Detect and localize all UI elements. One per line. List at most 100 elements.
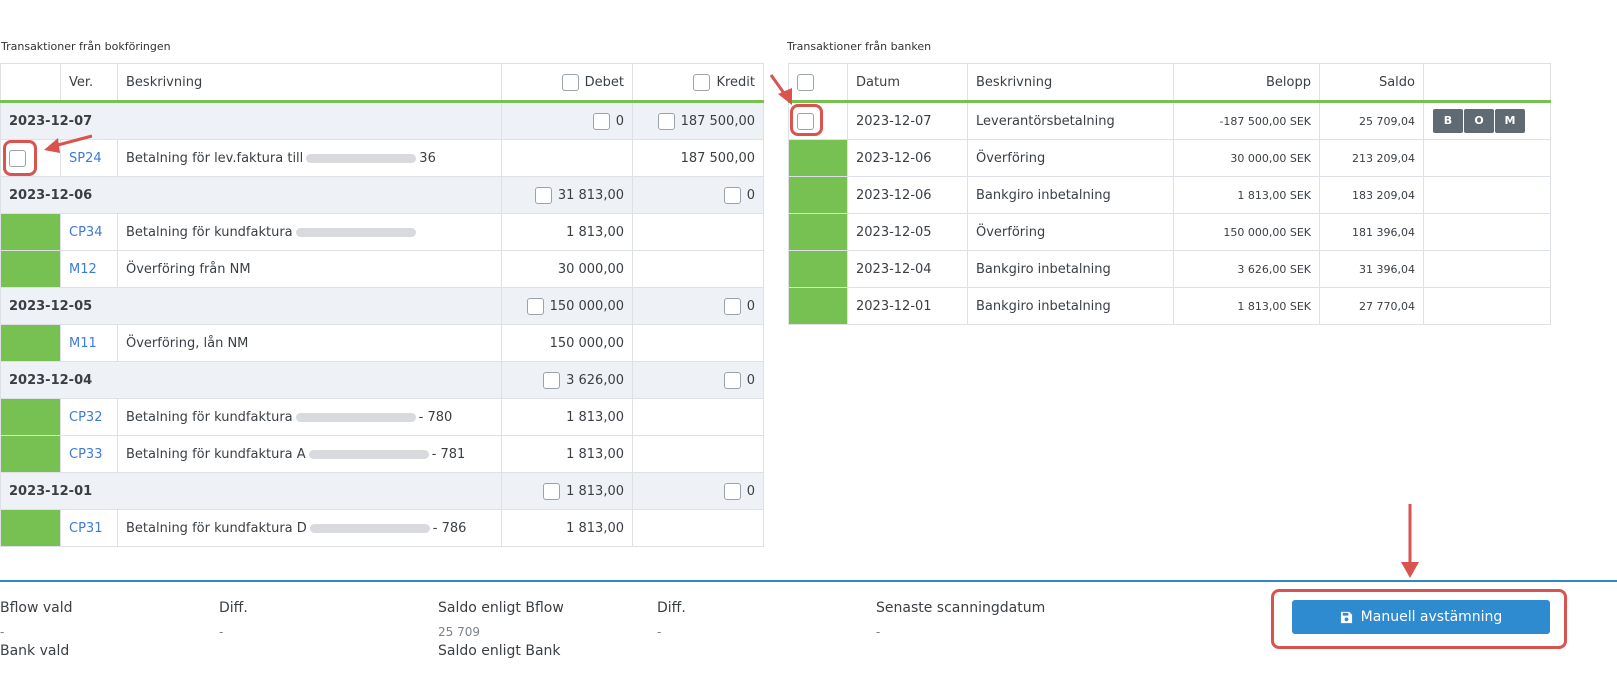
group-kredit-checkbox[interactable] — [657, 112, 675, 130]
group-debet-total: 150 000,00 — [549, 298, 624, 314]
debet-cell: 1 813,00 — [501, 509, 633, 547]
description-cell: Betalning för kundfaktura A - 781 — [117, 435, 502, 473]
bank-header-row: Datum Beskrivning Belopp Saldo — [788, 63, 1551, 103]
description-suffix: 36 — [419, 150, 436, 166]
voucher-link[interactable]: CP31 — [60, 509, 118, 547]
voucher-link[interactable]: CP34 — [60, 213, 118, 251]
group-date: 2023-12-01 — [0, 472, 502, 510]
debet-cell — [501, 139, 633, 177]
group-debet-total: 0 — [615, 113, 624, 129]
debet-cell: 1 813,00 — [501, 398, 633, 436]
redacted-name — [308, 449, 429, 459]
header-debet-label: Debet — [584, 74, 624, 90]
bank-actions-cell — [1423, 139, 1551, 177]
action-button-o[interactable]: O — [1464, 109, 1494, 133]
description-cell: Överföring, lån NM — [117, 324, 502, 362]
description-text: Betalning för kundfaktura D — [126, 520, 307, 536]
diff-value-2: - — [657, 625, 662, 639]
last-scan-value: - — [876, 625, 881, 639]
transaction-row: CP33 Betalning för kundfaktura A - 781 1 81… — [0, 435, 764, 473]
save-icon — [1340, 611, 1352, 623]
bank-actions-cell — [1423, 213, 1551, 251]
bank-date: 2023-12-06 — [847, 139, 968, 177]
group-debet-checkbox[interactable] — [526, 297, 544, 315]
group-debet-cell: 3 626,00 — [501, 361, 633, 399]
bank-amount: 3 626,00 SEK — [1173, 250, 1320, 288]
manual-reconciliation-button[interactable]: Manuell avstämning — [1292, 600, 1550, 634]
manual-reconciliation-label: Manuell avstämning — [1360, 609, 1503, 625]
redacted-name — [295, 227, 416, 237]
group-debet-total: 3 626,00 — [566, 372, 624, 388]
bank-select-all-checkbox[interactable] — [797, 73, 814, 91]
bank-balance: 183 209,04 — [1319, 176, 1424, 214]
saldo-bflow-label: Saldo enligt Bflow — [438, 600, 564, 616]
bank-table: Datum Beskrivning Belopp Saldo 2023-12-0… — [788, 63, 1551, 325]
group-kredit-checkbox[interactable] — [723, 482, 741, 500]
voucher-link[interactable]: CP33 — [60, 435, 118, 473]
select-all-kredit-checkbox[interactable] — [693, 73, 711, 91]
voucher-link[interactable]: M11 — [60, 324, 118, 362]
bflow-selected-label: Bflow vald — [0, 600, 73, 616]
diff-label-2: Diff. — [657, 600, 686, 616]
group-kredit-total: 0 — [746, 187, 755, 203]
date-group-row: 2023-12-06 31 813,00 0 — [0, 176, 764, 214]
group-debet-cell: 31 813,00 — [501, 176, 633, 214]
group-debet-cell: 0 — [501, 101, 633, 140]
group-kredit-checkbox[interactable] — [723, 371, 741, 389]
bookkeeping-table: Ver. Beskrivning Debet Kredit 2023-12-07… — [0, 63, 764, 547]
group-debet-cell: 150 000,00 — [501, 287, 633, 325]
description-text: Betalning för lev.faktura till — [126, 150, 304, 166]
kredit-cell — [632, 250, 764, 288]
description-text: Överföring från NM — [126, 261, 251, 277]
diff-label-1: Diff. — [219, 600, 248, 616]
group-debet-checkbox[interactable] — [592, 112, 610, 130]
group-kredit-total: 0 — [746, 483, 755, 499]
bank-transaction-row: 2023-12-01 Bankgiro inbetalning 1 813,00 S… — [788, 287, 1551, 325]
last-scan-label: Senaste scanningdatum — [876, 600, 1046, 616]
bank-actions-cell — [1423, 287, 1551, 325]
bank-balance: 181 396,04 — [1319, 213, 1424, 251]
bank-amount: 150 000,00 SEK — [1173, 213, 1320, 251]
bank-status-cell — [788, 213, 848, 251]
diff-value-1: - — [219, 625, 224, 639]
group-debet-checkbox[interactable] — [534, 186, 552, 204]
description-text: Överföring, lån NM — [126, 335, 249, 351]
bflow-selected-value: - — [0, 625, 5, 639]
status-cell — [0, 509, 61, 547]
group-kredit-checkbox[interactable] — [723, 186, 741, 204]
bank-header-description: Beskrivning — [967, 63, 1174, 103]
action-button-b[interactable]: B — [1433, 109, 1463, 133]
bank-transaction-row: 2023-12-07 Leverantörsbetalning -187 500,0… — [788, 101, 1551, 140]
status-cell — [0, 324, 61, 362]
bank-header-balance: Saldo — [1319, 63, 1424, 103]
description-cell: Betalning för lev.faktura till 36 — [117, 139, 502, 177]
bank-header-select — [788, 63, 848, 103]
transaction-row: M12 Överföring från NM 30 000,00 — [0, 250, 764, 288]
header-debet: Debet — [501, 63, 633, 103]
group-debet-checkbox[interactable] — [543, 482, 561, 500]
voucher-link[interactable]: M12 — [60, 250, 118, 288]
group-kredit-total: 187 500,00 — [680, 113, 755, 129]
group-kredit-cell: 0 — [632, 472, 764, 510]
bookkeeping-title: Transaktioner från bokföringen — [1, 40, 171, 53]
bank-amount: -187 500,00 SEK — [1173, 101, 1320, 140]
date-group-row: 2023-12-01 1 813,00 0 — [0, 472, 764, 510]
kredit-cell — [632, 324, 764, 362]
arrow-icon — [769, 74, 792, 105]
bank-actions-cell: BOM — [1423, 101, 1551, 140]
group-debet-checkbox[interactable] — [543, 371, 561, 389]
bank-header-amount: Belopp — [1173, 63, 1320, 103]
select-all-debet-checkbox[interactable] — [561, 73, 579, 91]
transaction-row: CP31 Betalning för kundfaktura D - 786 1 81… — [0, 509, 764, 547]
voucher-link[interactable]: CP32 — [60, 398, 118, 436]
action-button-m[interactable]: M — [1495, 109, 1525, 133]
group-debet-total: 1 813,00 — [566, 483, 624, 499]
bank-date: 2023-12-06 — [847, 176, 968, 214]
group-kredit-checkbox[interactable] — [723, 297, 741, 315]
debet-cell: 150 000,00 — [501, 324, 633, 362]
bank-description: Bankgiro inbetalning — [967, 176, 1174, 214]
debet-cell: 1 813,00 — [501, 213, 633, 251]
highlight-box-bookkeeping — [3, 140, 37, 176]
status-cell — [0, 435, 61, 473]
bank-amount: 1 813,00 SEK — [1173, 287, 1320, 325]
